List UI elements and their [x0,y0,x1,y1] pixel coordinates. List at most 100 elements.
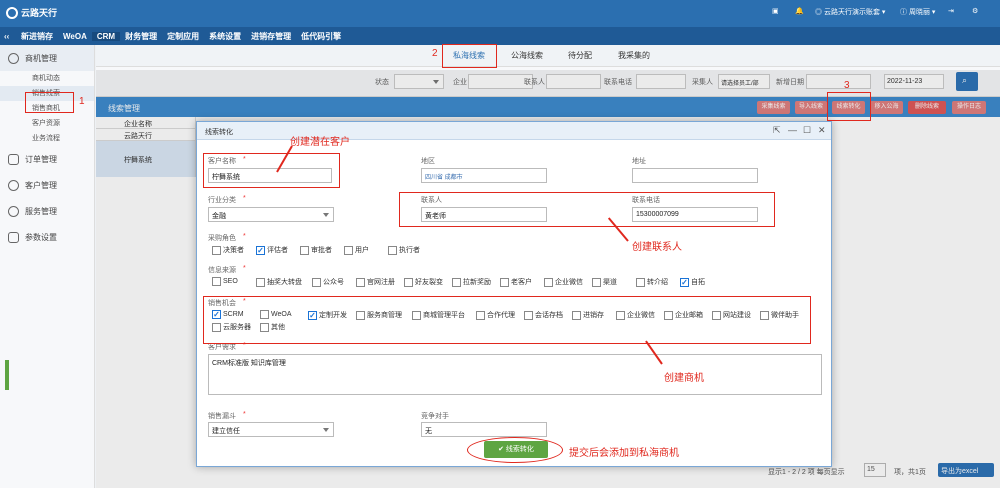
checkbox-label: 企业微信 [555,279,583,286]
checkbox-label: 自拓 [691,279,705,286]
srcs-checkbox[interactable]: 抽奖大转盘 [256,277,302,287]
user-space-button[interactable]: ◎ 云路天行演示账套 ▾ [815,7,885,17]
annotation-box [203,153,340,188]
minimize-icon[interactable]: — [788,125,797,135]
checkbox-label: SEO [223,278,238,285]
checkbox-label: 抽奖大转盘 [267,279,302,286]
checkbox-label: 公众号 [323,279,344,286]
srcs-checkbox[interactable]: 好友裂变 [404,277,443,287]
annotation-ellipse [467,437,563,463]
sidebar-group-orders[interactable]: 订单管理 [0,146,94,172]
srcs-checkbox[interactable]: 老客户 [500,277,532,287]
nav-item[interactable]: 定制应用 [162,31,204,42]
logout-icon[interactable]: ⇥ [948,7,954,15]
sidebar-item[interactable]: 客户资源 [0,116,94,131]
nav-item[interactable]: WeOA [58,32,92,41]
logo-icon [6,6,18,19]
close-icon[interactable]: ✕ [818,125,826,136]
sidebar-group-opportunity[interactable]: 商机管理 [0,45,94,71]
tab-public-leads[interactable]: 公海线索 [511,50,543,61]
expand-icon[interactable]: ⇱ [773,125,781,136]
checkbox-icon[interactable] [452,277,461,287]
requirement-textarea[interactable]: CRM标准版 知识库管理 [208,354,822,395]
checkbox-icon[interactable] [212,277,221,286]
checkbox-label: 评估者 [267,247,288,254]
notification-icon[interactable]: ▣ [772,7,779,15]
app-logo: 云路天行 [6,6,57,19]
tab-pending[interactable]: 待分配 [568,50,592,61]
annotation-box [203,296,811,344]
roles-checkbox[interactable]: 执行者 [388,245,420,255]
checkbox-icon[interactable] [388,245,397,255]
checkbox-icon[interactable] [312,277,321,287]
roles-checkbox[interactable]: ✓ 评估者 [256,245,288,255]
checkbox-label: 好友裂变 [415,279,443,286]
checkbox-icon[interactable] [404,277,413,287]
competitor-input[interactable]: 无 [421,422,547,437]
settings-icon[interactable]: ⚙ [972,7,978,15]
sidebar-group-settings[interactable]: 参数设置 [0,224,94,250]
checkbox-label: 用户 [355,247,369,254]
nav-item[interactable]: 财务管理 [120,31,162,42]
roles-checkbox[interactable]: 用户 [344,245,369,255]
user-menu[interactable]: ⓘ 周晓丽 ▾ [900,7,935,17]
nav-item-crm[interactable]: CRM [91,31,121,41]
sidebar-group-service[interactable]: 服务管理 [0,198,94,224]
maximize-icon[interactable]: ☐ [803,125,811,136]
scroll-indicator [5,360,9,390]
checkbox-icon[interactable] [256,277,265,287]
nav-item[interactable]: 新进销存 [16,31,58,42]
annotation-box [827,92,871,121]
nav-item[interactable]: 进销存管理 [246,31,296,42]
nav-item[interactable]: 低代码引擎 [296,31,346,42]
checkbox-icon[interactable] [592,277,601,287]
roles-checkbox[interactable]: 决策者 [212,245,244,255]
checkbox-label: 渠道 [603,279,617,286]
region-input[interactable]: 四川省 成都市 [421,168,547,183]
checkbox-icon[interactable] [344,245,353,255]
checkbox-icon[interactable] [356,277,365,287]
roles-checkbox[interactable]: 审批者 [300,245,332,255]
checkbox-icon[interactable] [544,277,553,287]
checkbox-label: 审批者 [311,247,332,254]
heart-icon [8,205,19,217]
srcs-checkbox[interactable]: SEO [212,277,238,286]
checkbox-icon[interactable]: ✓ [680,277,689,287]
checkbox-icon[interactable] [636,277,645,287]
checkbox-icon[interactable] [500,277,509,287]
checkbox-icon[interactable] [300,245,309,255]
srcs-checkbox[interactable]: 渠道 [592,277,617,287]
sidebar-item[interactable]: 业务流程 [0,131,94,146]
srcs-checkbox[interactable]: 转介绍 [636,277,668,287]
srcs-checkbox[interactable]: 官网注册 [356,277,395,287]
sidebar-group-customers[interactable]: 客户管理 [0,172,94,198]
industry-select[interactable]: 金融 [208,207,334,222]
funnel-select[interactable]: 建立信任 [208,422,334,437]
collapse-icon[interactable]: ‹‹ [0,32,16,41]
checkbox-label: 老客户 [511,279,532,286]
checkbox-icon[interactable] [212,245,221,255]
checkbox-label: 官网注册 [367,279,395,286]
main-nav: ‹‹ 新进销存 WeOA CRM 财务管理 定制应用 系统设置 进销存管理 低代… [0,27,1000,45]
top-bar: 云路天行 ▣ 🔔 ◎ 云路天行演示账套 ▾ ⓘ 周晓丽 ▾ ⇥ ⚙ [0,0,1000,27]
gear-icon [8,52,19,64]
checkbox-icon[interactable]: ✓ [256,245,265,255]
srcs-checkbox[interactable]: 公众号 [312,277,344,287]
settings-icon [8,231,19,243]
srcs-checkbox[interactable]: 企业微信 [544,277,583,287]
checkbox-label: 转介绍 [647,279,668,286]
nav-item[interactable]: 系统设置 [204,31,246,42]
srcs-checkbox[interactable]: 拉新奖励 [452,277,491,287]
tab-my-collected[interactable]: 我采集的 [618,50,650,61]
annotation-box [25,92,74,113]
checkbox-label: 拉新奖励 [463,279,491,286]
sidebar-item[interactable]: 商机动态 [0,71,94,86]
bell-icon[interactable]: 🔔 [795,7,804,15]
srcs-checkbox[interactable]: ✓ 自拓 [680,277,705,287]
order-icon [8,153,19,165]
annotation-box [399,192,775,227]
customer-icon [8,179,19,191]
checkbox-label: 决策者 [223,247,244,254]
annotation-box [442,44,497,68]
address-input[interactable] [632,168,758,183]
